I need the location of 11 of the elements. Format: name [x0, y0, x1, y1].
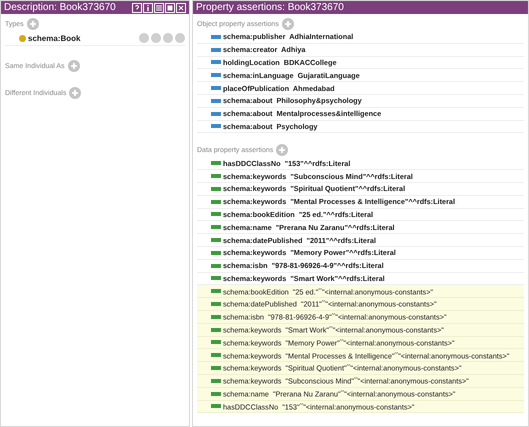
type-label: schema:Book [28, 34, 80, 42]
add-icon[interactable] [26, 18, 39, 30]
panel-title: Property assertions: Book373670 [196, 2, 344, 13]
add-icon[interactable] [282, 18, 294, 30]
list-icon[interactable] [154, 2, 164, 12]
add-icon[interactable] [69, 87, 82, 99]
panel-title: Description: Book373670 [4, 2, 116, 13]
add-icon[interactable] [68, 60, 80, 72]
maximize-icon[interactable] [165, 2, 175, 12]
add-icon[interactable] [276, 144, 288, 156]
close-icon[interactable] [176, 2, 186, 12]
